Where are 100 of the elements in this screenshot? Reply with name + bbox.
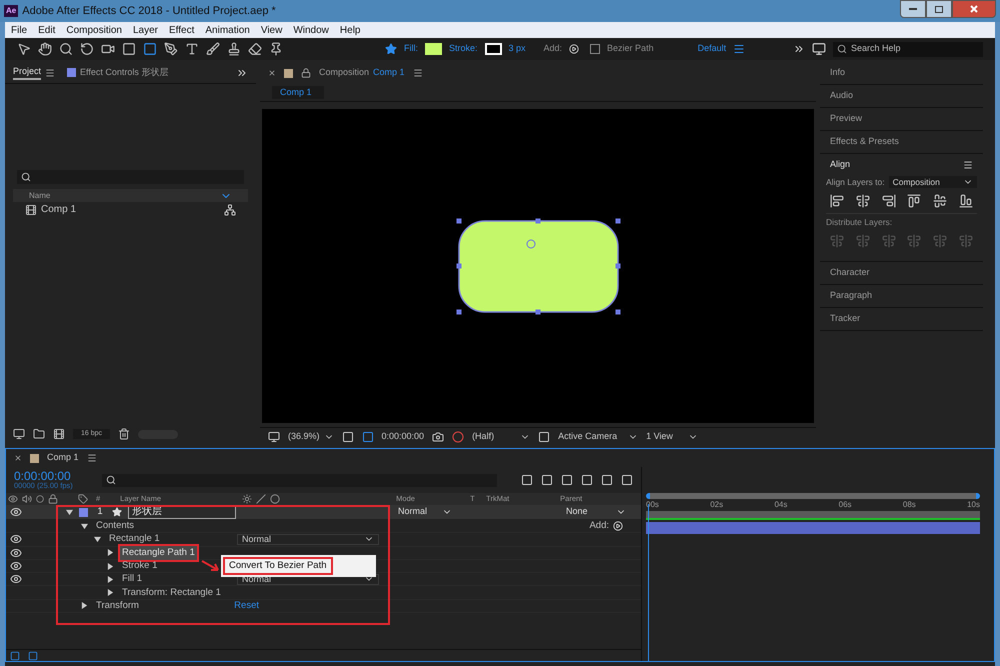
- menu-item[interactable]: Composition: [66, 22, 122, 38]
- stroke-width[interactable]: 3 px: [508, 42, 526, 56]
- panel-tab[interactable]: Effect Controls 形状层: [80, 66, 168, 80]
- stamp-icon[interactable]: [227, 42, 241, 56]
- search-icon[interactable]: [837, 44, 847, 54]
- switch-icon[interactable]: [256, 494, 266, 504]
- flowchart-icon[interactable]: [224, 204, 236, 216]
- search-icon[interactable]: [21, 172, 31, 182]
- comp-name[interactable]: Comp 1: [373, 66, 405, 80]
- stroke-swatch[interactable]: [484, 43, 502, 55]
- pointer-icon[interactable]: [17, 42, 31, 56]
- type-icon[interactable]: [185, 42, 199, 56]
- panel-header[interactable]: Align: [830, 158, 850, 172]
- hand-icon[interactable]: [38, 42, 52, 56]
- panel-header[interactable]: Tracker: [830, 312, 860, 326]
- snapshot-icon[interactable]: [432, 430, 444, 442]
- more-icon[interactable]: [793, 43, 805, 55]
- blend-mode-dropdown[interactable]: Normal: [394, 505, 456, 519]
- label-color-swatch[interactable]: [79, 508, 88, 516]
- property-name[interactable]: Rectangle 1: [107, 532, 162, 547]
- panel-menu-icon[interactable]: [963, 160, 973, 170]
- blend-mode-dropdown[interactable]: Normal: [237, 534, 379, 545]
- panel-header[interactable]: Character: [830, 266, 870, 280]
- search-help-box[interactable]: Search Help: [833, 42, 983, 56]
- name-column-header[interactable]: Name: [29, 190, 50, 202]
- parent-dropdown[interactable]: None: [562, 505, 630, 519]
- property-name[interactable]: Fill 1: [120, 572, 144, 586]
- property-name[interactable]: Contents: [94, 519, 136, 534]
- label-color-swatch[interactable]: [67, 68, 76, 77]
- project-item[interactable]: Comp 1: [41, 202, 76, 217]
- rectangle-tool-icon[interactable]: [143, 42, 157, 56]
- add-menu-icon[interactable]: [613, 521, 623, 532]
- menu-item[interactable]: Effect: [168, 22, 194, 38]
- label-color-swatch[interactable]: [30, 454, 39, 462]
- pen-icon[interactable]: [164, 42, 178, 56]
- zoom-dropdown[interactable]: (36.9%): [288, 430, 334, 444]
- menu-item[interactable]: Layer: [132, 22, 158, 38]
- zoom-icon[interactable]: [59, 42, 73, 56]
- time-navigator-bar[interactable]: [646, 511, 980, 520]
- eye-icon[interactable]: [10, 546, 22, 559]
- eye-icon[interactable]: [10, 533, 22, 546]
- reset-link[interactable]: Reset: [234, 598, 259, 614]
- eye-icon[interactable]: [10, 560, 22, 572]
- maximize-button[interactable]: [926, 0, 952, 18]
- view-layout-dropdown[interactable]: 1 View: [646, 430, 698, 444]
- current-time[interactable]: 0:00:00:00: [382, 430, 424, 444]
- brush-icon[interactable]: [206, 42, 220, 56]
- audio-icon[interactable]: [22, 494, 32, 504]
- menu-item[interactable]: Window: [293, 22, 329, 38]
- panel-tab[interactable]: Project: [13, 64, 42, 80]
- menu-item[interactable]: File: [11, 22, 28, 38]
- workspace-name[interactable]: Default: [698, 42, 726, 56]
- disclosure-triangle-icon[interactable]: [66, 508, 73, 516]
- pin-icon[interactable]: [269, 42, 283, 56]
- search-help-field[interactable]: Search Help: [851, 42, 976, 56]
- property-name[interactable]: Transform: Rectangle 1: [120, 586, 223, 600]
- align-target-dropdown[interactable]: Composition: [888, 176, 977, 188]
- align-icon[interactable]: [907, 194, 922, 208]
- fill-swatch[interactable]: [425, 43, 442, 55]
- menu-item[interactable]: Edit: [38, 22, 56, 38]
- camera-icon[interactable]: [101, 42, 115, 56]
- eraser-icon[interactable]: [248, 42, 262, 56]
- minimize-button[interactable]: [900, 0, 926, 18]
- add-menu-icon[interactable]: [569, 44, 580, 54]
- project-search-field[interactable]: [17, 170, 244, 184]
- lock-icon[interactable]: [301, 68, 311, 78]
- eye-icon[interactable]: [10, 573, 22, 586]
- lock-icon[interactable]: [48, 494, 58, 504]
- search-icon[interactable]: [106, 475, 116, 485]
- align-icon[interactable]: [830, 194, 844, 208]
- eye-icon[interactable]: [10, 506, 22, 518]
- label-icon[interactable]: [78, 494, 88, 504]
- disclosure-triangle-icon[interactable]: [81, 602, 88, 610]
- switch-icon[interactable]: [270, 494, 280, 504]
- property-name[interactable]: Rectangle Path 1: [120, 546, 197, 560]
- menu-item[interactable]: View: [260, 22, 282, 38]
- switch-icon[interactable]: [242, 494, 252, 504]
- close-icon[interactable]: [268, 69, 276, 77]
- timeline-timecode[interactable]: 0:00:00:00: [14, 470, 94, 482]
- timeline-tab[interactable]: Comp 1: [47, 451, 79, 465]
- label-color-swatch[interactable]: [284, 68, 293, 78]
- panel-header[interactable]: Paragraph: [830, 288, 872, 302]
- panel-menu-icon[interactable]: [45, 68, 56, 78]
- menu-item[interactable]: Help: [340, 22, 360, 38]
- align-icon[interactable]: [856, 194, 870, 208]
- panel-header[interactable]: Info: [830, 66, 846, 80]
- panel-header[interactable]: Audio: [830, 89, 854, 103]
- panel-header[interactable]: Preview: [830, 112, 862, 126]
- close-button[interactable]: [952, 0, 996, 18]
- resolution-dropdown[interactable]: (Half): [472, 430, 530, 444]
- trash-icon[interactable]: [118, 428, 130, 440]
- comp-tab[interactable]: Comp 1: [272, 86, 324, 100]
- rotate-icon[interactable]: [80, 42, 94, 56]
- layer-search-field[interactable]: [102, 474, 497, 486]
- align-icon[interactable]: [958, 194, 973, 208]
- property-name[interactable]: Stroke 1: [120, 558, 160, 574]
- panel-menu-icon[interactable]: [412, 68, 423, 78]
- star-icon[interactable]: [385, 43, 397, 55]
- rounded-rectangle-shape[interactable]: [456, 218, 620, 314]
- eye-icon[interactable]: [8, 494, 18, 504]
